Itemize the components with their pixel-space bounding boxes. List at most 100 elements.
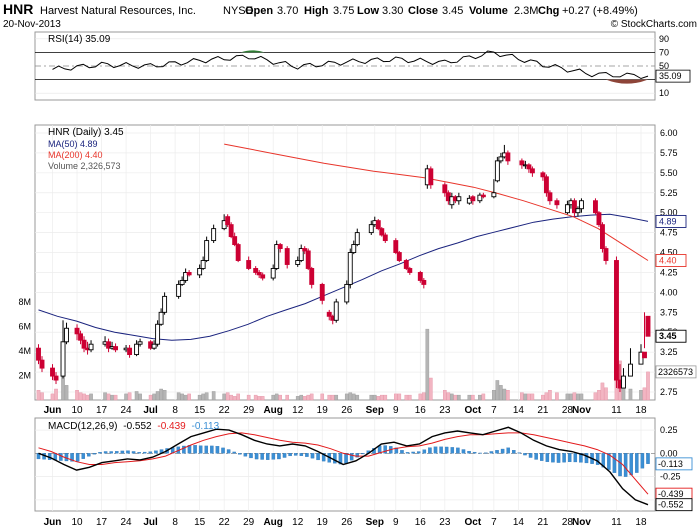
volume-bar: [201, 393, 205, 401]
macd-histogram-bar: [333, 453, 337, 464]
ma200-legend: MA(200) 4.40: [48, 150, 103, 160]
candle-body: [494, 160, 500, 182]
candle-body: [491, 192, 497, 198]
macd-histogram-bar: [500, 448, 505, 454]
volume-bar: [576, 393, 580, 401]
volume-bar: [376, 396, 381, 401]
price-tick-label: 4.75: [660, 228, 678, 238]
macd-histogram-bar: [254, 453, 259, 460]
volume-bar: [232, 396, 237, 401]
x-tick-label-bottom: 8: [172, 517, 178, 528]
macd-histogram-bar: [640, 453, 645, 469]
macd-signal-last-value: -0.439: [658, 489, 684, 499]
volume-bar: [320, 393, 325, 401]
x-tick-label: 15: [194, 405, 206, 416]
volume-bar: [211, 391, 216, 401]
candle-body: [540, 172, 546, 178]
volume-label: Volume: [469, 5, 508, 17]
x-tick-label-bottom: Jul: [143, 517, 158, 528]
macd-histogram-bar: [98, 452, 102, 454]
volume-bar: [369, 394, 374, 401]
x-tick-label-bottom: 12: [292, 517, 304, 528]
price-tick-label: 5.75: [660, 148, 678, 158]
price-tick-label: 3.75: [660, 307, 678, 317]
volume-bar: [422, 392, 426, 401]
candle-body: [547, 192, 553, 202]
candle-body: [60, 341, 66, 377]
macd-histogram-bar: [573, 453, 578, 463]
volume-bar: [106, 393, 111, 401]
candle-body: [127, 347, 133, 356]
volume-bar: [225, 392, 230, 401]
candle-body: [428, 168, 434, 186]
candle-body: [162, 295, 168, 313]
macd-histogram-bar: [115, 451, 119, 454]
volume-bar: [372, 394, 377, 401]
volume-bar: [36, 390, 41, 401]
candle-body: [575, 208, 581, 214]
macd-histogram-bar: [428, 447, 432, 454]
candle-body: [253, 268, 259, 273]
volume-bar: [127, 392, 132, 401]
macd-histogram-bar: [103, 451, 108, 454]
macd-histogram-bar: [534, 453, 538, 460]
candle-body: [333, 301, 339, 321]
candle-body: [204, 240, 210, 261]
candle-body: [543, 176, 549, 194]
x-tick-label: Jul: [143, 405, 158, 416]
macd-histogram-bar: [528, 453, 533, 458]
price-tick-label: 4.00: [660, 287, 678, 297]
volume-bar: [246, 394, 251, 401]
candle-body: [134, 343, 140, 356]
candle-body: [347, 252, 353, 285]
volume-bar: [492, 390, 496, 401]
macd-histogram-bar: [243, 453, 248, 457]
close-value: 3.45: [442, 5, 463, 17]
macd-tick-label: -0.25: [660, 472, 681, 482]
price-tick-label: 3.25: [660, 347, 678, 357]
macd-histogram-bar: [461, 449, 466, 454]
macd-last-value: -0.552: [658, 500, 684, 510]
x-tick-label: 24: [121, 405, 133, 416]
macd-histogram-bar: [635, 453, 639, 473]
volume-bar: [295, 396, 300, 401]
x-tick-label: 22: [219, 405, 231, 416]
volume-bar: [89, 393, 93, 401]
macd-histogram-bar: [316, 453, 320, 461]
volume-bar: [600, 382, 605, 401]
volume-bar: [597, 390, 601, 401]
macd-legend-name: MACD(12,26,9): [48, 421, 117, 432]
candle-body: [621, 375, 626, 389]
macd-histogram-bar: [277, 453, 281, 460]
rsi-tick-label: 90: [659, 34, 669, 44]
volume-tick-label: 8M: [18, 297, 31, 307]
x-tick-label-bottom: 9: [393, 517, 399, 528]
x-tick-label-bottom: 26: [341, 517, 353, 528]
macd-histogram-bar: [215, 446, 220, 454]
volume-bar: [383, 394, 388, 401]
volume-bar: [176, 392, 181, 401]
candle-body: [326, 311, 332, 317]
candle-body: [645, 315, 651, 337]
macd-histogram-bar: [416, 451, 421, 454]
candle-body: [186, 272, 192, 276]
candle-body: [176, 283, 182, 297]
volume-bar: [229, 394, 233, 401]
x-tick-label-bottom: 11: [611, 517, 622, 528]
macd-histogram-bar: [456, 447, 460, 454]
x-tick-label: 16: [415, 405, 427, 416]
volume-bar: [180, 393, 184, 401]
x-tick-label: 14: [513, 405, 525, 416]
macd-histogram-bar: [92, 453, 97, 455]
candle-body: [197, 268, 203, 276]
candle-body: [614, 260, 619, 381]
macd-histogram-bar: [400, 450, 404, 454]
macd-histogram-bar: [484, 452, 488, 454]
volume-bar: [478, 394, 482, 401]
macd-histogram-bar: [629, 453, 633, 476]
candle-body: [417, 272, 423, 281]
volume-bar: [236, 393, 240, 401]
change-label: Chg: [538, 5, 559, 17]
volume-bar: [579, 393, 584, 401]
volume-bar: [64, 385, 69, 401]
